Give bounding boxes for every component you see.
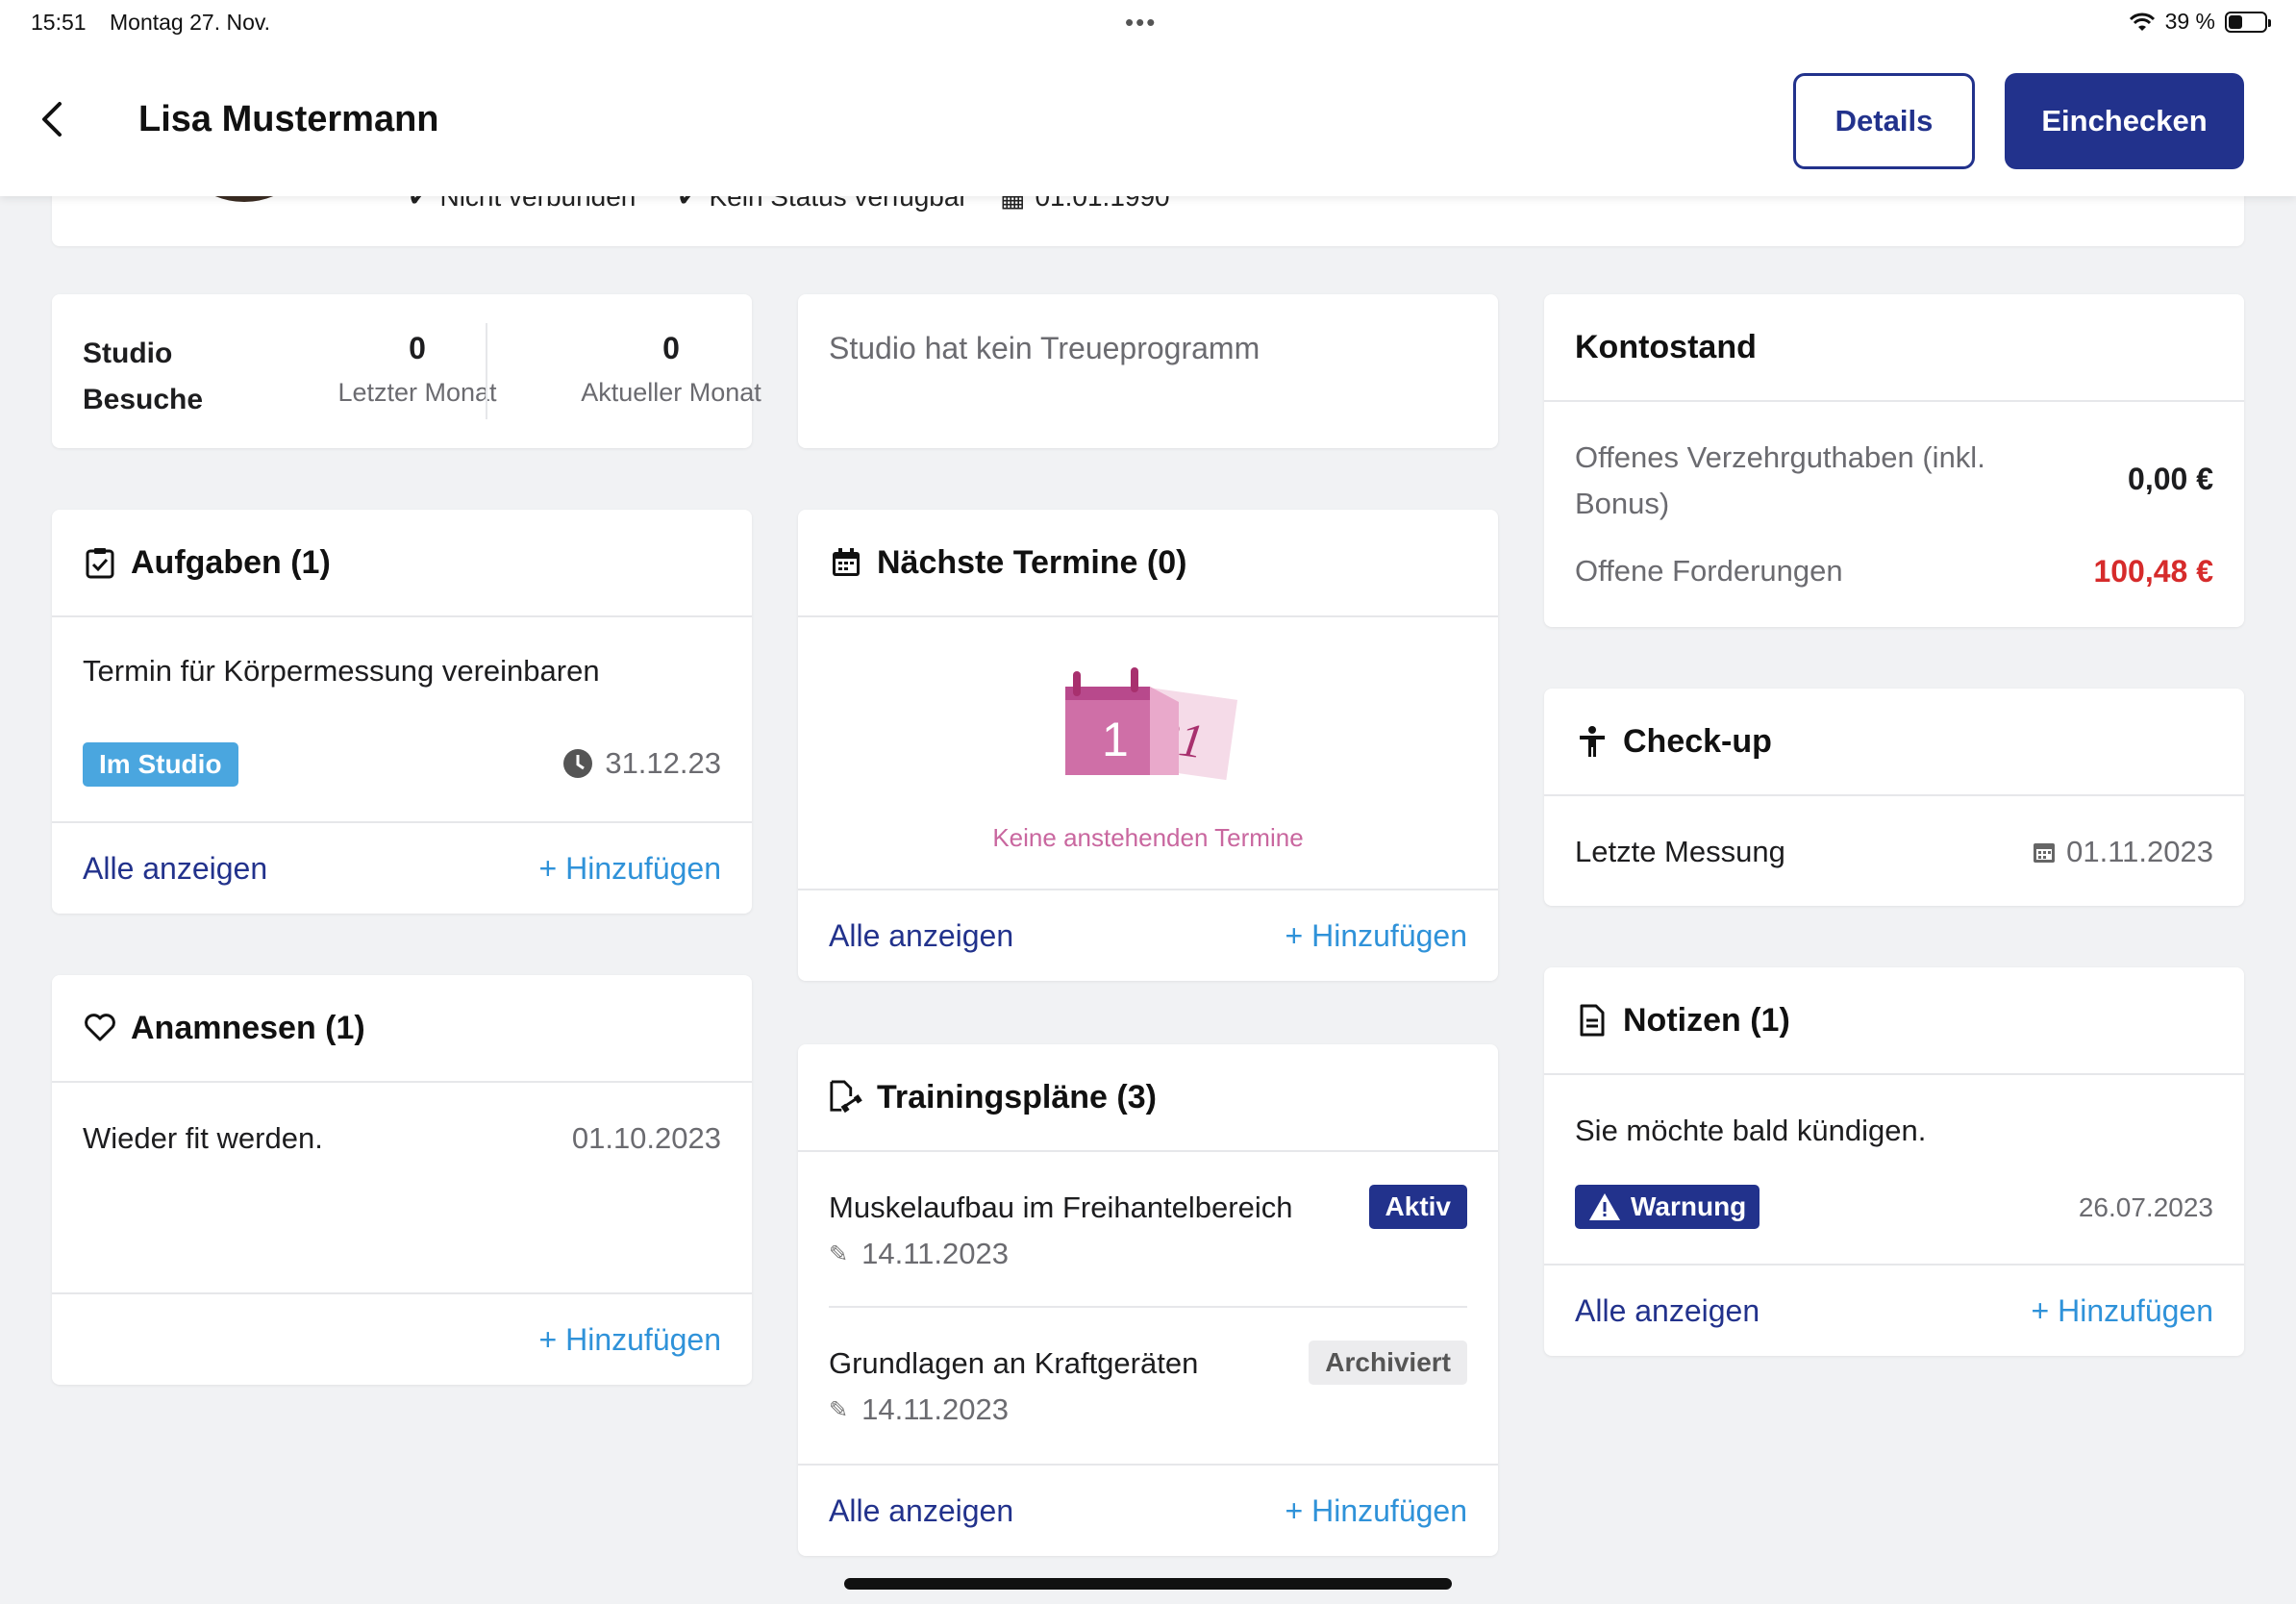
pencil-icon: ✎ — [829, 1396, 849, 1423]
appointments-footer: Alle anzeigen + Hinzufügen — [798, 889, 1498, 981]
multitasking-dots-icon[interactable]: ••• — [1125, 8, 1157, 38]
tasks-header: Aufgaben (1) — [52, 510, 752, 617]
status-date: Montag 27. Nov. — [110, 10, 271, 35]
training-plans-card: Trainingspläne (3) Muskelaufbau im Freih… — [798, 1044, 1498, 1556]
notes-footer: Alle anzeigen + Hinzufügen — [1544, 1264, 2244, 1356]
warning-icon — [1589, 1193, 1620, 1220]
details-button[interactable]: Details — [1793, 73, 1975, 169]
notes-card: Notizen (1) Sie möchte bald kündigen. Wa… — [1544, 967, 2244, 1356]
battery-icon — [2225, 11, 2271, 33]
home-indicator[interactable] — [844, 1578, 1452, 1590]
claims-value: 100,48 € — [2093, 554, 2213, 589]
appointments-show-all-link[interactable]: Alle anzeigen — [829, 918, 1013, 954]
balance-title: Kontostand — [1575, 328, 1757, 365]
studio-visits-card: Studio Besuche 0 Letzter Monat 0 Aktuell… — [52, 294, 761, 448]
heart-icon — [83, 1011, 117, 1045]
document-icon — [1575, 1003, 1610, 1038]
training-plans-header: Trainingspläne (3) — [798, 1044, 1498, 1152]
tasks-footer: Alle anzeigen + Hinzufügen — [52, 821, 752, 914]
calendar-icon — [829, 545, 863, 580]
training-plans-footer: Alle anzeigen + Hinzufügen — [798, 1464, 1498, 1556]
task-due: 31.12.23 — [562, 746, 721, 781]
empty-calendar-illustration-icon: 31 1 — [1065, 667, 1238, 781]
training-plans-show-all-link[interactable]: Alle anzeigen — [829, 1493, 1013, 1529]
back-chevron-icon[interactable] — [38, 100, 67, 138]
anamnesis-header: Anamnesen (1) — [52, 975, 752, 1083]
training-plan-status-badge: Archiviert — [1309, 1341, 1467, 1385]
task-location-tag: Im Studio — [83, 742, 238, 787]
notes-title: Notizen (1) — [1623, 1001, 1790, 1039]
note-warning-tag: Warnung — [1575, 1185, 1760, 1229]
battery-percent: 39 % — [2164, 9, 2215, 34]
status-right: 39 % — [2129, 9, 2271, 35]
credit-label: Offenes Verzehrguthaben (inkl. Bonus) — [1575, 440, 1985, 520]
wifi-icon — [2129, 13, 2155, 31]
anamnesis-footer: + Hinzufügen — [52, 1292, 752, 1385]
calendar-icon — [2034, 843, 2056, 863]
tasks-add-link[interactable]: + Hinzufügen — [539, 851, 721, 887]
note-item-text[interactable]: Sie möchte bald kündigen. — [1575, 1114, 1926, 1148]
status-time: 15:51 — [31, 10, 87, 35]
anamnesis-item-text[interactable]: Wieder fit werden. — [83, 1121, 323, 1156]
person-icon — [1575, 724, 1610, 759]
anamnesis-item-date: 01.10.2023 — [571, 1121, 721, 1155]
clipboard-check-icon — [83, 545, 117, 580]
last-measurement-date: 01.11.2023 — [2032, 835, 2213, 869]
training-plans-title: Trainingspläne (3) — [877, 1078, 1157, 1115]
anamnesis-add-link[interactable]: + Hinzufügen — [539, 1322, 721, 1358]
loyalty-card: Studio hat kein Treueprogramm — [798, 294, 1498, 448]
loyalty-text: Studio hat kein Treueprogramm — [829, 331, 1260, 365]
checkup-card: Check-up Letzte Messung 01.11.2023 — [1544, 689, 2244, 906]
clock-icon — [563, 749, 593, 778]
anamnesis-card: Anamnesen (1) Wieder fit werden. 01.10.2… — [52, 975, 752, 1385]
notes-header: Notizen (1) — [1544, 967, 2244, 1075]
appointments-header: Nächste Termine (0) — [798, 510, 1498, 617]
tasks-card: Aufgaben (1) Termin für Körpermessung ve… — [52, 510, 752, 914]
notes-add-link[interactable]: + Hinzufügen — [2032, 1293, 2213, 1329]
last-measurement-label: Letzte Messung — [1575, 835, 1785, 868]
training-plan-row[interactable]: Muskelaufbau im Freihantelbereich Aktiv … — [829, 1152, 1467, 1308]
status-bar: 15:51 Montag 27. Nov. ••• 39 % — [0, 0, 2296, 46]
calendar-day-left: 1 — [1102, 713, 1129, 766]
checkup-header: Check-up — [1544, 689, 2244, 796]
tasks-title: Aufgaben (1) — [131, 543, 331, 581]
balance-card: Kontostand Offenes Verzehrguthaben (inkl… — [1544, 294, 2244, 627]
document-dumbbell-icon — [829, 1080, 863, 1115]
divider — [486, 323, 487, 419]
training-plan-date: ✎ 14.11.2023 — [829, 1237, 1009, 1270]
visits-current-month: 0 Aktueller Monat — [581, 331, 761, 407]
appointments-empty-text: Keine anstehenden Termine — [992, 823, 1304, 852]
appointments-title: Nächste Termine (0) — [877, 543, 1187, 581]
balance-header: Kontostand — [1544, 294, 2244, 402]
credit-value: 0,00 € — [2128, 462, 2213, 496]
training-plan-date: ✎ 14.11.2023 — [829, 1392, 1009, 1426]
claims-label: Offene Forderungen — [1575, 554, 1843, 588]
page-title: Lisa Mustermann — [138, 99, 439, 139]
task-item-title[interactable]: Termin für Körpermessung vereinbaren — [83, 654, 600, 689]
appointments-card: Nächste Termine (0) 31 1 Keine anstehend… — [798, 510, 1498, 981]
checkin-button[interactable]: Einchecken — [2005, 73, 2244, 169]
training-plans-add-link[interactable]: + Hinzufügen — [1285, 1493, 1467, 1529]
nav-bar: Lisa Mustermann Details Einchecken — [0, 46, 2296, 196]
training-plan-name: Muskelaufbau im Freihantelbereich — [829, 1190, 1293, 1224]
training-plan-row[interactable]: Grundlagen an Kraftgeräten Archiviert ✎ … — [829, 1308, 1467, 1464]
anamnesis-title: Anamnesen (1) — [131, 1009, 365, 1046]
notes-show-all-link[interactable]: Alle anzeigen — [1575, 1293, 1759, 1329]
appointments-add-link[interactable]: + Hinzufügen — [1285, 918, 1467, 954]
training-plan-name: Grundlagen an Kraftgeräten — [829, 1346, 1199, 1380]
visits-label: Studio Besuche — [83, 338, 204, 415]
visits-last-month: 0 Letzter Monat — [337, 331, 497, 407]
note-item-date: 26.07.2023 — [2078, 1192, 2213, 1222]
tasks-show-all-link[interactable]: Alle anzeigen — [83, 851, 267, 887]
checkup-title: Check-up — [1623, 722, 1772, 760]
pencil-icon: ✎ — [829, 1241, 849, 1267]
training-plan-status-badge: Aktiv — [1368, 1185, 1467, 1229]
